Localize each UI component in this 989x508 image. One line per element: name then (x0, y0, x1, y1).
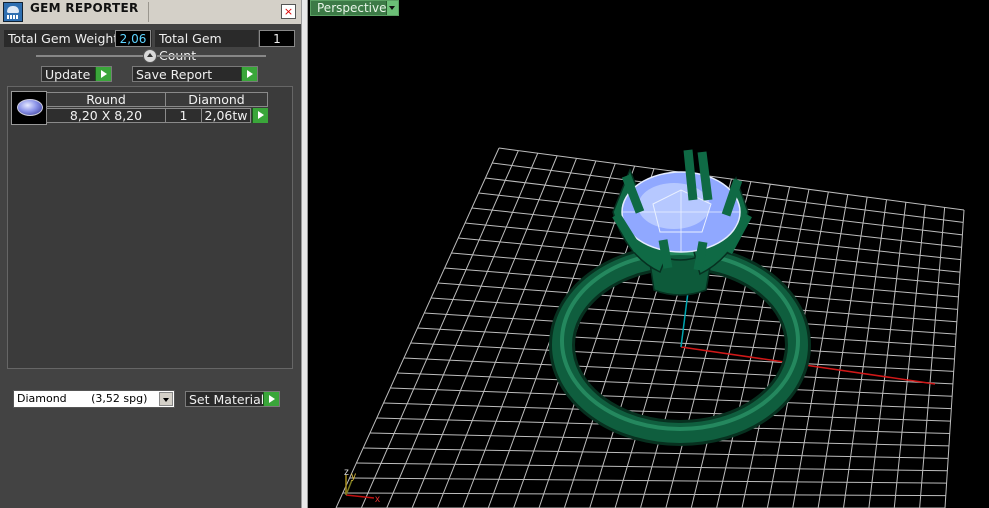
green-arrow-icon (95, 67, 111, 81)
column-header-shape: Round (46, 92, 166, 107)
panel-title: GEM REPORTER (30, 1, 139, 15)
gem-list[interactable]: Round Diamond 8,20 X 8,20 1 2,06tw (7, 86, 293, 369)
chevron-down-icon[interactable] (386, 1, 398, 15)
gem-reporter-app-icon (3, 2, 23, 22)
perspective-viewport[interactable]: z y x Perspective (308, 0, 989, 508)
save-report-button[interactable]: Save Report (132, 66, 258, 82)
update-button-label: Update (45, 67, 91, 82)
3d-scene: z y x (335, 147, 965, 508)
update-button[interactable]: Update (41, 66, 112, 82)
slider-thumb-icon[interactable] (143, 49, 157, 63)
view-label: Perspective (317, 1, 387, 15)
panel-splitter[interactable] (301, 0, 308, 508)
material-select-value: Diamond (3,52 spg) (17, 392, 148, 405)
total-gem-count-label: Total Gem Count (155, 30, 258, 63)
material-select[interactable]: Diamond (3,52 spg) (13, 390, 175, 408)
axis-gizmo: z y x (344, 467, 380, 505)
gem-size-cell: 8,20 X 8,20 (46, 108, 166, 123)
green-arrow-icon (252, 108, 268, 123)
ring-model (549, 149, 811, 446)
gem-row-go-button[interactable] (250, 108, 268, 123)
column-header-material: Diamond (165, 92, 268, 107)
save-report-button-label: Save Report (136, 67, 213, 82)
gem-count-cell: 1 (165, 108, 202, 123)
gem-weight-cell: 2,06tw (201, 108, 251, 123)
round-gem-icon (17, 99, 43, 116)
gizmo-x-label: x (375, 494, 380, 505)
chevron-down-icon[interactable] (159, 392, 173, 406)
gem-thumbnail[interactable] (11, 91, 47, 125)
gem-reporter-panel: GEM REPORTER × Total Gem Weight 2,06 Tot… (0, 0, 301, 508)
set-material-button-label: Set Material (189, 392, 265, 407)
total-gem-count-value: 1 (259, 30, 295, 47)
green-arrow-icon (241, 67, 257, 81)
close-icon[interactable]: × (281, 4, 296, 19)
titlebar-divider (148, 2, 149, 22)
gizmo-y-label: y (351, 471, 356, 482)
green-arrow-icon (263, 392, 279, 406)
total-gem-weight-value: 2,06 (115, 30, 151, 47)
panel-titlebar: GEM REPORTER × (0, 0, 301, 24)
set-material-button[interactable]: Set Material (185, 391, 280, 407)
view-menu-tab[interactable]: Perspective (310, 0, 399, 16)
gizmo-z-label: z (344, 467, 349, 478)
